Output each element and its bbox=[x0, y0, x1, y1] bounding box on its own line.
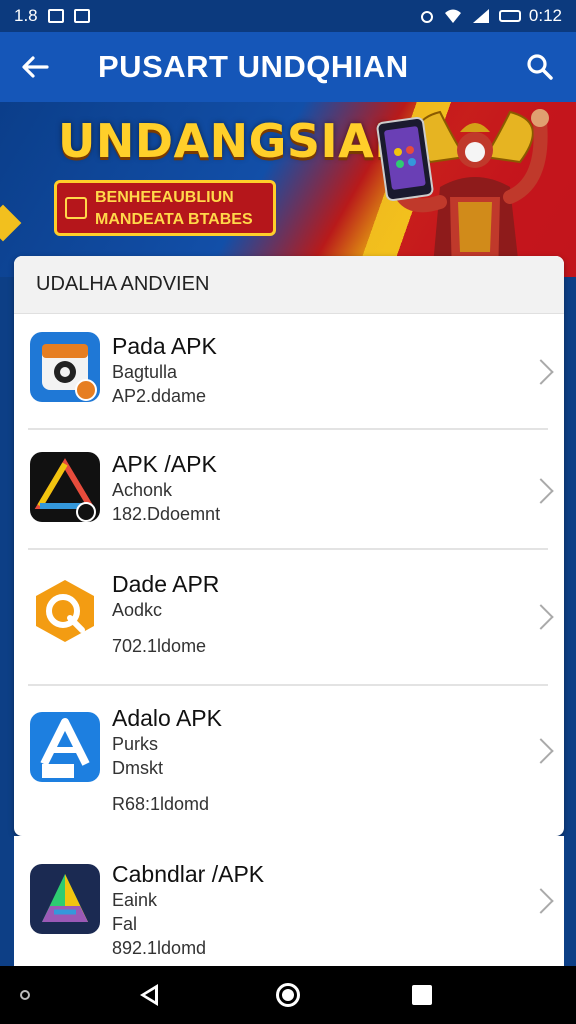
notification-icon bbox=[47, 9, 64, 23]
app-subtitle: Achonk bbox=[112, 480, 173, 500]
signal-icon bbox=[472, 9, 489, 23]
app-size: AP2.ddame bbox=[112, 386, 207, 406]
star-decoration-icon bbox=[0, 204, 22, 242]
nav-dot-icon bbox=[20, 990, 30, 1000]
colorful-a-app-icon bbox=[30, 864, 100, 934]
app-bar: PUSART UNDQHIAN bbox=[0, 32, 576, 102]
nav-recents-icon[interactable] bbox=[412, 985, 432, 1005]
search-button[interactable] bbox=[518, 45, 562, 89]
app-list-continued: Cabndlar /APK Eaink Fal 892.1ldomd bbox=[14, 836, 564, 966]
app-list-card: UDALHA ANDVIEN Pada APK Bagtulla AP2.dda… bbox=[14, 256, 564, 836]
app-size: 702.1ldome bbox=[112, 636, 207, 656]
badge-line-1: BENHEEAUBLIUN bbox=[95, 189, 234, 206]
app-subtitle: Purks bbox=[112, 734, 159, 754]
list-item-text: Adalo APK Purks Dmskt R68:1ldomd bbox=[112, 704, 222, 816]
list-item[interactable]: APK /APK Achonk 182.Ddoemnt bbox=[14, 430, 564, 548]
system-nav-bar bbox=[0, 966, 576, 1024]
alarm-icon bbox=[420, 11, 433, 23]
arrow-left-icon bbox=[22, 56, 49, 78]
list-header: UDALHA ANDVIEN bbox=[14, 256, 564, 314]
app-size: R68:1ldomd bbox=[112, 794, 210, 814]
list-item-text: Cabndlar /APK Eaink Fal 892.1ldomd bbox=[112, 860, 264, 960]
triangle-app-icon bbox=[30, 452, 100, 522]
app-name: APK /APK bbox=[112, 451, 217, 477]
promo-banner[interactable]: UNDANGSIAN BENHEEAUBLIUN MANDEATA BTABES bbox=[0, 102, 576, 277]
badge-line-2: MANDEATA BTABES bbox=[95, 211, 253, 228]
mascot-illustration bbox=[376, 109, 549, 277]
page-title: PUSART UNDQHIAN bbox=[98, 49, 409, 84]
app-subtitle: Bagtulla bbox=[112, 362, 178, 382]
status-time-right: 0:12 bbox=[528, 6, 562, 25]
search-icon bbox=[527, 54, 553, 80]
chevron-right-icon bbox=[528, 359, 554, 385]
list-item[interactable]: Adalo APK Purks Dmskt R68:1ldomd bbox=[14, 686, 564, 836]
list-item-text: Dade APR Aodkc 702.1ldome bbox=[112, 570, 219, 658]
list-item-text: APK /APK Achonk 182.Ddoemnt bbox=[112, 450, 220, 526]
app-name: Pada APK bbox=[112, 333, 217, 359]
a-letter-app-icon bbox=[30, 712, 100, 782]
app-subtitle: Aodkc bbox=[112, 600, 163, 620]
hexagon-app-glyph-icon bbox=[36, 580, 94, 642]
a-letter-app-glyph-icon bbox=[40, 718, 90, 778]
app-name: Dade APR bbox=[112, 571, 220, 597]
colorful-a-app-glyph-icon bbox=[42, 874, 88, 922]
app-subtitle-2: Dmskt bbox=[112, 758, 163, 778]
box-icon bbox=[65, 197, 87, 219]
list-item[interactable]: Cabndlar /APK Eaink Fal 892.1ldomd bbox=[14, 836, 564, 966]
camera-app-icon bbox=[30, 332, 100, 402]
banner-headline: UNDANGSIAN bbox=[58, 114, 414, 168]
app-size: 182.Ddoemnt bbox=[112, 504, 221, 524]
app-size: 892.1ldomd bbox=[112, 938, 207, 958]
camera-app-glyph-icon bbox=[42, 344, 97, 401]
list-item-text: Pada APK Bagtulla AP2.ddame bbox=[112, 332, 217, 408]
app-subtitle-2: Fal bbox=[112, 914, 138, 934]
image-notification-icon bbox=[73, 9, 90, 23]
battery-icon bbox=[498, 10, 521, 22]
back-button[interactable] bbox=[0, 32, 70, 102]
chevron-right-icon bbox=[528, 738, 554, 764]
nav-home-inner bbox=[282, 989, 294, 1001]
chevron-right-icon bbox=[528, 478, 554, 504]
list-item[interactable]: Pada APK Bagtulla AP2.ddame bbox=[14, 316, 564, 428]
hexagon-app-icon bbox=[30, 576, 100, 646]
triangle-app-glyph-icon bbox=[34, 458, 96, 522]
app-name: Adalo APK bbox=[112, 705, 222, 731]
banner-badge: BENHEEAUBLIUN MANDEATA BTABES bbox=[54, 180, 276, 236]
wifi-icon bbox=[444, 9, 461, 23]
app-name: Cabndlar /APK bbox=[112, 861, 265, 887]
chevron-right-icon bbox=[528, 888, 554, 914]
list-item[interactable]: Dade APR Aodkc 702.1ldome bbox=[14, 550, 564, 684]
chevron-right-icon bbox=[528, 604, 554, 630]
app-subtitle: Eaink bbox=[112, 890, 158, 910]
status-time-left: 1.8 bbox=[14, 6, 38, 25]
nav-back-inner bbox=[145, 989, 155, 1001]
status-bar: 1.8 0:12 bbox=[0, 0, 576, 32]
